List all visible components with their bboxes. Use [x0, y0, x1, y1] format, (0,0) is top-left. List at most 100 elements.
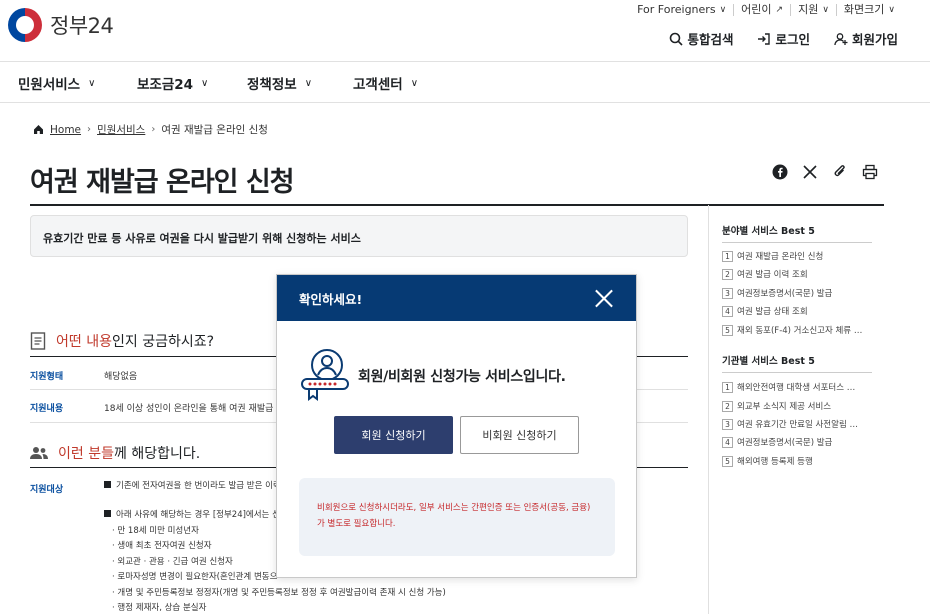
close-icon[interactable]	[594, 288, 614, 308]
row-label: 지원대상	[30, 485, 64, 495]
header-actions: 통합검색 로그인 회원가입	[669, 29, 898, 48]
gnb-subsidy24[interactable]: 보조금24 ∨	[137, 73, 208, 93]
kids-label: 어린이	[741, 3, 772, 16]
square-bullet-icon	[104, 481, 111, 488]
login-icon	[758, 32, 771, 45]
best-field-item[interactable]: 5 재외 동포(F-4) 거소신고자 체류 …	[722, 324, 862, 336]
print-button[interactable]	[862, 164, 878, 180]
best-by-field-title: 분야별 서비스 Best 5	[722, 226, 815, 237]
facebook-share-button[interactable]	[772, 164, 788, 180]
modal-notice: 비회원으로 신청하시더라도, 일부 서비스는 간편인증 또는 인증서(공동, 금…	[299, 478, 615, 556]
main-navigation: 민원서비스 ∨ 보조금24 ∨ 정책정보 ∨ 고객센터 ∨	[0, 61, 930, 103]
breadcrumb-home[interactable]: Home	[50, 124, 81, 136]
x-icon	[803, 165, 817, 179]
list-text: 만 18세 미만 미성년자	[117, 525, 199, 536]
logo-text: 정부24	[50, 14, 114, 38]
item-label: 여권 재발급 온라인 신청	[737, 252, 824, 262]
search-button[interactable]: 통합검색	[669, 29, 733, 48]
best-agency-item[interactable]: 5 해외여행 등록제 등행	[722, 455, 813, 467]
chevron-down-icon: ∨	[822, 5, 829, 15]
best-agency-item[interactable]: 1 해외안전여행 대학생 서포터스 …	[722, 381, 855, 393]
login-button[interactable]: 로그인	[757, 29, 810, 48]
section-highlight: 이런 분들	[58, 446, 114, 462]
list-item: 기존에 전자여권을 한 번이라도 발급 받은 이력	[104, 479, 281, 495]
chevron-down-icon: ∨	[410, 77, 419, 89]
rank-badge: 3	[722, 418, 733, 430]
item-label: 여권 발급 상태 조회	[737, 307, 808, 317]
rank-badge: 2	[722, 400, 733, 412]
rank-badge: 5	[722, 455, 733, 467]
copy-link-button[interactable]	[832, 164, 848, 180]
for-foreigners-menu[interactable]: For Foreigners ∨	[630, 4, 733, 16]
taegeuk-logo-icon	[8, 8, 42, 42]
best-agency-item[interactable]: 4 여권정보증명서(국문) 발급	[722, 436, 832, 448]
sidebar: 분야별 서비스 Best 5 1 여권 재발급 온라인 신청 2 여권 발급 이력 …	[708, 205, 904, 614]
share-tools	[772, 164, 878, 180]
signup-label: 회원가입	[851, 32, 898, 47]
chevron-down-icon: ∨	[888, 5, 895, 15]
best-agency-item[interactable]: 2 외교부 소식지 제공 서비스	[722, 400, 831, 412]
chevron-right-icon: ›	[151, 124, 156, 135]
row-value: 18세 이상 성인이 온라인을 통해 여권 재발급 신청	[104, 404, 293, 414]
gnb-policy-info[interactable]: 정책정보 ∨	[247, 73, 312, 93]
printer-icon	[862, 164, 878, 180]
list-text: 행정 제재자, 상습 분실자	[117, 603, 207, 613]
best-field-item[interactable]: 4 여권 발급 상태 조회	[722, 305, 808, 317]
gnb-label: 고객센터	[353, 77, 403, 93]
section-text: 께 해당합니다.	[113, 446, 201, 462]
chevron-down-icon: ∨	[201, 77, 209, 89]
screen-size-menu[interactable]: 화면크기 ∨	[835, 3, 902, 16]
confirm-modal: 확인하세요! 회원/비회원 신청가능 서비스입니다. 회원 신청하기 비회원 신…	[276, 274, 637, 578]
rank-badge: 4	[722, 305, 733, 317]
best-field-item[interactable]: 2 여권 발급 이력 조회	[722, 268, 808, 280]
row-label: 지원형태	[30, 372, 64, 382]
list-text: 아래 사유에 해당하는 경우 [정부24]에서는 신청	[116, 510, 288, 520]
breadcrumb: Home › 민원서비스 › 여권 재발급 온라인 신청	[33, 122, 268, 137]
modal-header: 확인하세요!	[277, 275, 636, 321]
section-what-content: 어떤 내용인지 궁금하시죠?	[30, 331, 214, 351]
document-icon	[30, 332, 46, 350]
item-label: 해외여행 등록제 등행	[737, 457, 813, 467]
best-field-item[interactable]: 1 여권 재발급 온라인 신청	[722, 250, 823, 262]
sidebar-divider	[722, 242, 872, 243]
gnb-customer-center[interactable]: 고객센터 ∨	[353, 73, 418, 93]
rank-badge: 3	[722, 287, 733, 299]
gnb-label: 보조금24	[137, 77, 194, 93]
gnb-civil-services[interactable]: 민원서비스 ∨	[18, 73, 95, 93]
screen-size-label: 화면크기	[843, 3, 885, 16]
modal-title: 확인하세요!	[299, 291, 363, 307]
sidebar-divider	[722, 372, 872, 373]
rank-badge: 2	[722, 268, 733, 280]
section-target-people: 이런 분들께 해당합니다.	[30, 443, 200, 463]
item-label: 여권정보증명서(국문) 발급	[737, 438, 833, 448]
chevron-down-icon: ∨	[304, 77, 313, 89]
gnb-label: 민원서비스	[18, 77, 81, 93]
best-field-item[interactable]: 3 여권정보증명서(국문) 발급	[722, 287, 832, 299]
list-text: 로마자성명 변경이 필요한자(혼인관계 변동으	[117, 572, 278, 582]
people-icon	[30, 447, 48, 459]
row-value: 해당없음	[104, 372, 138, 382]
support-menu[interactable]: 지원 ∨	[790, 4, 836, 16]
x-share-button[interactable]	[802, 164, 818, 180]
facebook-icon	[772, 164, 788, 180]
section-highlight: 어떤 내용	[56, 334, 112, 350]
modal-message: 회원/비회원 신청가능 서비스입니다.	[358, 369, 566, 385]
search-label: 통합검색	[687, 32, 734, 47]
kids-link[interactable]: 어린이 ↗	[733, 4, 790, 16]
site-logo[interactable]: 정부24	[8, 8, 114, 42]
gnb-label: 정책정보	[247, 77, 297, 93]
non-member-apply-button[interactable]: 비회원 신청하기	[460, 416, 579, 454]
item-label: 여권정보증명서(국문) 발급	[737, 289, 833, 299]
chevron-down-icon: ∨	[719, 5, 727, 15]
best-agency-item[interactable]: 3 여권 유효기간 만료일 사전알림 …	[722, 418, 858, 430]
breadcrumb-civil-services[interactable]: 민원서비스	[97, 122, 145, 137]
rank-badge: 4	[722, 436, 733, 448]
item-label: 여권 유효기간 만료일 사전알림 …	[737, 420, 858, 430]
list-subitem: · 행정 제재자, 상습 분실자	[112, 603, 207, 613]
search-icon	[670, 32, 684, 46]
external-link-icon: ↗	[775, 5, 784, 15]
page-title: 여권 재발급 온라인 신청	[30, 167, 295, 198]
signup-button[interactable]: 회원가입	[834, 29, 898, 48]
member-apply-button[interactable]: 회원 신청하기	[334, 416, 453, 454]
list-text: 생애 최초 전자여권 신청자	[117, 541, 212, 551]
